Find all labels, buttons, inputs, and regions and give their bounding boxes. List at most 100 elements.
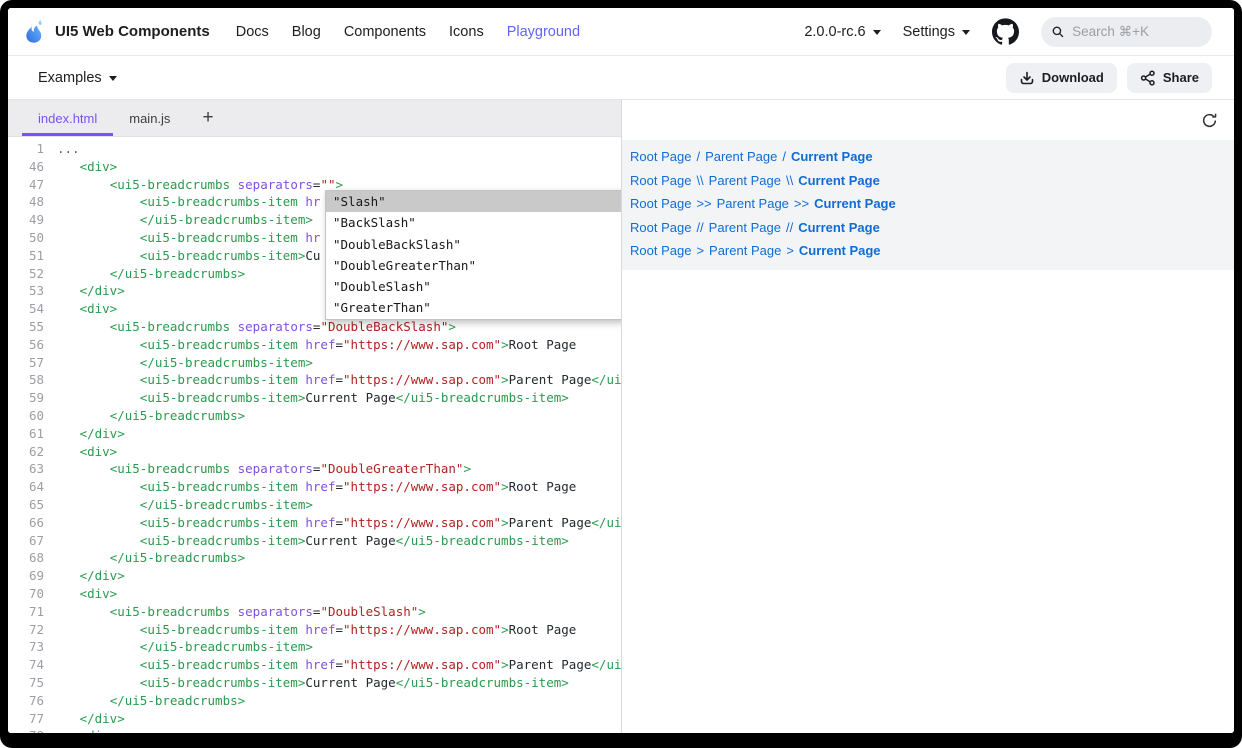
breadcrumb-link[interactable]: Parent Page (709, 173, 781, 188)
breadcrumb-link[interactable]: Parent Page (709, 243, 781, 258)
ui5-flame-icon[interactable] (20, 17, 47, 47)
autocomplete-option[interactable]: "Slash" (326, 191, 621, 212)
nav-link-docs[interactable]: Docs (236, 24, 269, 40)
code-line[interactable]: 56 <ui5-breadcrumbs-item href="https://w… (8, 336, 621, 354)
breadcrumb-current-page: Current Page (798, 173, 880, 188)
breadcrumb-separator: / (782, 149, 786, 164)
code-text: <ui5-breadcrumbs-item href="https://www.… (57, 478, 576, 496)
line-number: 55 (8, 318, 44, 336)
search-input[interactable] (1072, 24, 1201, 39)
github-icon[interactable] (992, 18, 1019, 45)
download-button[interactable]: Download (1006, 63, 1117, 93)
version-dropdown[interactable]: 2.0.0-rc.6 (804, 24, 880, 40)
code-line[interactable]: 65 </ui5-breadcrumbs-item> (8, 496, 621, 514)
refresh-icon[interactable] (1201, 112, 1218, 129)
code-text: </ui5-breadcrumbs-item> (57, 354, 313, 372)
line-number: 65 (8, 496, 44, 514)
line-number: 57 (8, 354, 44, 372)
nav-link-playground[interactable]: Playground (507, 24, 580, 40)
breadcrumb-current-page: Current Page (791, 149, 873, 164)
nav-link-icons[interactable]: Icons (449, 24, 484, 40)
breadcrumb-separator: >> (794, 196, 809, 211)
line-number: 47 (8, 176, 44, 194)
chevron-down-icon (873, 30, 881, 35)
tab-main-js[interactable]: main.js (113, 100, 186, 136)
autocomplete-option[interactable]: "GreaterThan" (326, 297, 621, 318)
breadcrumb-trail: Root Page / Parent Page / Current Page (630, 145, 1226, 169)
code-line[interactable]: 60 </ui5-breadcrumbs> (8, 407, 621, 425)
share-button[interactable]: Share (1127, 63, 1212, 93)
breadcrumb-link[interactable]: Parent Page (709, 220, 781, 235)
code-line[interactable]: 68 </ui5-breadcrumbs> (8, 549, 621, 567)
code-editor[interactable]: 1...46 <div>47 <ui5-breadcrumbs separato… (8, 137, 621, 733)
line-number: 51 (8, 247, 44, 265)
autocomplete-option[interactable]: "DoubleBackSlash" (326, 234, 621, 255)
add-tab-button[interactable]: + (190, 100, 225, 136)
breadcrumb-link[interactable]: Root Page (630, 196, 691, 211)
breadcrumbs-preview: Root Page/Parent Page/Current PageRoot P… (622, 140, 1234, 270)
code-line[interactable]: 78 <div> (8, 727, 621, 733)
line-number: 76 (8, 692, 44, 710)
nav-link-blog[interactable]: Blog (292, 24, 321, 40)
code-line[interactable]: 64 <ui5-breadcrumbs-item href="https://w… (8, 478, 621, 496)
code-text: <ui5-breadcrumbs separators="DoubleBackS… (57, 318, 456, 336)
breadcrumb-link[interactable]: Root Page (630, 173, 691, 188)
examples-dropdown[interactable]: Examples (38, 70, 117, 86)
code-line[interactable]: 1... (8, 140, 621, 158)
code-text: <ui5-breadcrumbs-item>Current Page</ui5-… (57, 532, 569, 550)
breadcrumb-link[interactable]: Parent Page (705, 149, 777, 164)
line-number: 59 (8, 389, 44, 407)
autocomplete-option[interactable]: "BackSlash" (326, 212, 621, 233)
examples-label: Examples (38, 70, 102, 86)
editor-tab-bar: index.html main.js + (8, 100, 621, 137)
code-line[interactable]: 61 </div> (8, 425, 621, 443)
code-line[interactable]: 75 <ui5-breadcrumbs-item>Current Page</u… (8, 674, 621, 692)
settings-dropdown[interactable]: Settings (903, 24, 970, 40)
code-text: <ui5-breadcrumbs-item>Cu (57, 247, 320, 265)
breadcrumb-link[interactable]: Parent Page (717, 196, 789, 211)
code-line[interactable]: 59 <ui5-breadcrumbs-item>Current Page</u… (8, 389, 621, 407)
breadcrumb-trail: Root Page//Parent Page//Current Page (630, 216, 1226, 240)
code-line[interactable]: 76 </ui5-breadcrumbs> (8, 692, 621, 710)
code-text: <ui5-breadcrumbs-item hr (57, 229, 320, 247)
brand-title[interactable]: UI5 Web Components (55, 23, 210, 40)
breadcrumb-current-page: Current Page (798, 220, 880, 235)
line-number: 77 (8, 710, 44, 728)
code-line[interactable]: 72 <ui5-breadcrumbs-item href="https://w… (8, 621, 621, 639)
code-text: <div> (57, 585, 117, 603)
code-line[interactable]: 69 </div> (8, 567, 621, 585)
code-line[interactable]: 67 <ui5-breadcrumbs-item>Current Page</u… (8, 532, 621, 550)
tab-index-html[interactable]: index.html (22, 100, 113, 136)
preview-toolbar (622, 100, 1234, 140)
code-line[interactable]: 73 </ui5-breadcrumbs-item> (8, 638, 621, 656)
code-line[interactable]: 58 <ui5-breadcrumbs-item href="https://w… (8, 371, 621, 389)
code-text: <ui5-breadcrumbs-item>Current Page</ui5-… (57, 389, 569, 407)
breadcrumb-link[interactable]: Root Page (630, 149, 691, 164)
nav-link-components[interactable]: Components (344, 24, 426, 40)
breadcrumb-link[interactable]: Root Page (630, 220, 691, 235)
code-line[interactable]: 57 </ui5-breadcrumbs-item> (8, 354, 621, 372)
code-text: </ui5-breadcrumbs> (57, 265, 245, 283)
search-box[interactable] (1041, 17, 1212, 47)
code-line[interactable]: 46 <div> (8, 158, 621, 176)
autocomplete-option[interactable]: "DoubleGreaterThan" (326, 255, 621, 276)
line-number: 53 (8, 282, 44, 300)
code-line[interactable]: 62 <div> (8, 443, 621, 461)
code-text: </div> (57, 282, 125, 300)
breadcrumb-separator: / (696, 149, 700, 164)
autocomplete-option[interactable]: "DoubleSlash" (326, 276, 621, 297)
code-line[interactable]: 74 <ui5-breadcrumbs-item href="https://w… (8, 656, 621, 674)
breadcrumb-separator: \\ (786, 173, 793, 188)
code-line[interactable]: 66 <ui5-breadcrumbs-item href="https://w… (8, 514, 621, 532)
line-number: 50 (8, 229, 44, 247)
code-line[interactable]: 55 <ui5-breadcrumbs separators="DoubleBa… (8, 318, 621, 336)
code-line[interactable]: 70 <div> (8, 585, 621, 603)
code-text: </ui5-breadcrumbs> (57, 407, 245, 425)
breadcrumb-link[interactable]: Root Page (630, 243, 691, 258)
code-line[interactable]: 63 <ui5-breadcrumbs separators="DoubleGr… (8, 460, 621, 478)
examples-toolbar: Examples Download Share (8, 56, 1234, 100)
code-line[interactable]: 77 </div> (8, 710, 621, 728)
code-line[interactable]: 71 <ui5-breadcrumbs separators="DoubleSl… (8, 603, 621, 621)
breadcrumb-current-page: Current Page (799, 243, 881, 258)
code-text: </div> (57, 710, 125, 728)
